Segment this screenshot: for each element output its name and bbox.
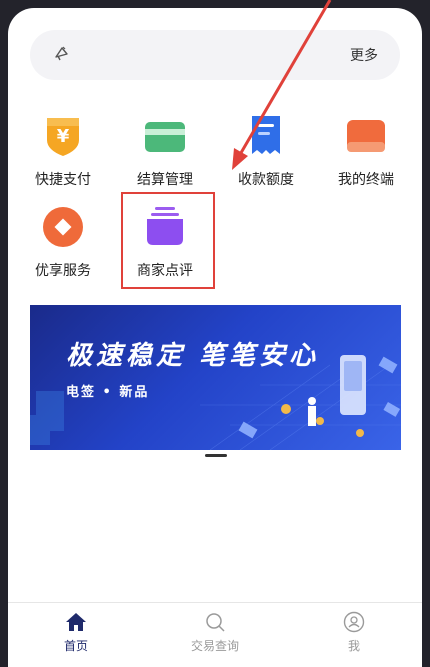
receipt-icon — [252, 116, 280, 154]
terminal-icon — [347, 120, 385, 152]
grid-item-settlement[interactable]: 结算管理 — [120, 114, 210, 194]
carousel-indicator — [205, 454, 227, 457]
grid-item-label: 结算管理 — [137, 172, 193, 188]
notice-bar[interactable]: 更多 — [30, 30, 400, 80]
grid-item-label: 收款额度 — [238, 172, 294, 188]
privilege-icon — [43, 207, 83, 247]
tab-label: 交易查询 — [190, 639, 239, 653]
tab-me[interactable]: 我 — [314, 611, 394, 654]
grid-item-privilege[interactable]: 优享服务 — [18, 205, 108, 285]
grid-item-quota[interactable]: 收款额度 — [221, 114, 311, 194]
yuan-shield-icon: ¥ — [47, 118, 79, 156]
highlight-box — [121, 192, 215, 289]
svg-text:¥: ¥ — [57, 126, 70, 147]
search-icon — [206, 613, 225, 632]
tab-label: 首页 — [63, 639, 88, 653]
tab-transaction-query[interactable]: 交易查询 — [175, 611, 255, 654]
user-icon — [343, 611, 365, 633]
more-link[interactable]: 更多 — [350, 45, 378, 65]
grid-item-label: 优享服务 — [35, 263, 91, 279]
grid-item-label: 我的终端 — [338, 172, 394, 188]
home-icon — [66, 613, 86, 631]
banner-subtitle: 电签 • 新品 — [66, 385, 150, 400]
grid-item-quick-pay[interactable]: ¥ 快捷支付 — [18, 114, 108, 194]
tab-label: 我 — [347, 639, 360, 653]
grid-item-label: 快捷支付 — [35, 172, 91, 188]
phone-screen: 更多 ¥ 快捷支付 结算管理 收款额度 我的终端 优享服务 商家点评 极速稳定 … — [8, 8, 422, 667]
banner-illustration — [30, 355, 401, 450]
tab-home[interactable]: 首页 — [36, 611, 116, 654]
card-icon — [145, 122, 185, 152]
announcement-icon — [55, 46, 68, 61]
grid-item-terminal[interactable]: 我的终端 — [321, 114, 411, 194]
banner-headline: 极速稳定 笔笔安心 — [66, 341, 320, 371]
bottom-tab-bar: 首页 交易查询 我 — [8, 602, 422, 667]
promo-banner[interactable]: 极速稳定 笔笔安心 电签 • 新品 — [30, 305, 401, 450]
